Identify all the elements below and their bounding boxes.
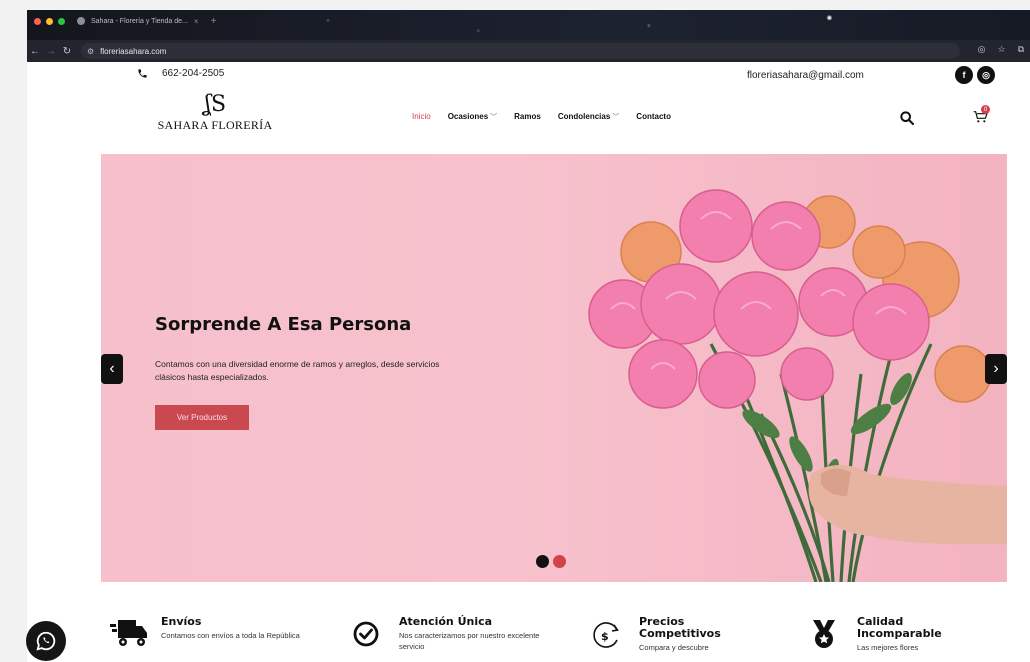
tab-title: Sahara - Florería y Tienda de... <box>91 17 188 25</box>
instagram-icon[interactable]: ◎ <box>977 66 995 84</box>
eye-off-icon[interactable]: ◎ <box>978 44 986 55</box>
chevron-down-icon: ﹀ <box>490 114 498 121</box>
menu-item-contacto[interactable]: Contacto <box>636 112 671 122</box>
close-window-button[interactable] <box>34 17 41 25</box>
logo-name: SAHARA FLORERÍA <box>157 118 273 132</box>
menu-item-ramos[interactable]: Ramos <box>514 112 541 122</box>
back-arrow-icon[interactable]: ← <box>27 46 43 57</box>
whatsapp-icon <box>36 631 56 651</box>
tab-close-icon[interactable]: × <box>194 17 199 26</box>
chevron-right-icon: › <box>993 360 999 377</box>
phone-contact[interactable]: 662-204-2505 <box>137 68 224 79</box>
feature-envios: Envíos Contamos con envíos a toda la Rep… <box>107 616 311 658</box>
feature-title: Calidad Incomparable <box>857 615 942 640</box>
site-header: ʆS SAHARA FLORERÍA Inicio Ocasiones ﹀ Ram… <box>27 90 1030 152</box>
top-contact-bar: 662-204-2505 floreriasahara@gmail.com f … <box>27 62 1030 90</box>
address-bar-row: ← → ↻ ⚙ floreriasahara.com ◎ ☆ ⧉ <box>27 40 1030 62</box>
slider-pagination <box>536 555 566 568</box>
maximize-window-button[interactable] <box>58 17 65 25</box>
check-circle-icon <box>345 616 387 658</box>
rose-bouquet-image <box>588 189 1007 582</box>
medal-icon <box>803 616 845 658</box>
feature-desc: Contamos con envíos a toda la República <box>161 631 300 640</box>
browser-window-chrome: Sahara - Florería y Tienda de... × + ← →… <box>27 10 1030 62</box>
extensions-icon[interactable]: ⧉ <box>1018 44 1024 55</box>
hero-slider: Sorprende A Esa Persona Contamos con una… <box>101 154 1007 582</box>
feature-desc: Compara y descubre <box>639 643 709 652</box>
browser-tab[interactable]: Sahara - Florería y Tienda de... × + <box>77 16 216 27</box>
forward-arrow-icon[interactable]: → <box>43 46 59 57</box>
window-controls <box>34 17 65 25</box>
slider-prev-button[interactable]: ‹ <box>101 354 123 384</box>
feature-desc: Nos caracterizamos por nuestro excelente… <box>399 631 540 651</box>
chevron-left-icon: ‹ <box>109 360 115 377</box>
chevron-down-icon: ﹀ <box>612 114 620 121</box>
feature-calidad: Calidad Incomparable Las mejores flores <box>803 616 1007 658</box>
price-dollar-icon: $ <box>585 616 627 658</box>
menu-item-inicio[interactable]: Inicio <box>412 112 431 122</box>
svg-text:$: $ <box>601 630 609 643</box>
menu-item-condolencias[interactable]: Condolencias ﹀ <box>558 112 619 122</box>
hero-title: Sorprende A Esa Persona <box>155 314 412 335</box>
feature-title: Envíos <box>161 615 202 628</box>
slide-dot-2[interactable] <box>553 555 566 568</box>
slider-next-button[interactable]: › <box>985 354 1007 384</box>
social-links: f ◎ <box>955 66 995 84</box>
feature-atencion: Atención Única Nos caracterizamos por nu… <box>345 616 549 658</box>
menu-item-ocasiones[interactable]: Ocasiones ﹀ <box>448 112 497 122</box>
reload-icon[interactable]: ↻ <box>59 46 75 57</box>
email-link[interactable]: floreriasahara@gmail.com <box>747 70 864 81</box>
feature-precios: $ Precios Competitivos Compara y descubr… <box>585 616 789 658</box>
feature-title: Atención Única <box>399 615 493 628</box>
whatsapp-chat-button[interactable] <box>26 621 66 661</box>
site-settings-icon[interactable]: ⚙ <box>87 47 94 56</box>
url-field[interactable]: ⚙ floreriasahara.com <box>81 43 960 59</box>
features-strip: Envíos Contamos con envíos a toda la Rep… <box>27 610 1030 662</box>
facebook-icon[interactable]: f <box>955 66 973 84</box>
logo-monogram: ʆS <box>203 92 227 117</box>
search-icon[interactable] <box>899 110 915 126</box>
web-page: 662-204-2505 floreriasahara@gmail.com f … <box>27 62 1030 662</box>
address-bar-actions: ◎ ☆ ⧉ <box>978 44 1024 55</box>
feature-desc: Las mejores flores <box>857 643 919 652</box>
url-text: floreriasahara.com <box>100 46 167 56</box>
phone-icon <box>138 69 147 78</box>
cart-count-badge: 0 <box>981 105 990 114</box>
hero-description: Contamos con una diversidad enorme de ra… <box>155 359 440 382</box>
feature-title: Precios Competitivos <box>639 615 721 640</box>
tab-bar: Sahara - Florería y Tienda de... × + <box>27 10 1030 32</box>
phone-number: 662-204-2505 <box>162 68 225 79</box>
new-tab-icon[interactable]: + <box>211 16 217 27</box>
minimize-window-button[interactable] <box>46 17 53 25</box>
bookmark-star-icon[interactable]: ☆ <box>997 44 1005 55</box>
view-products-button[interactable]: Ver Productos <box>155 405 249 430</box>
site-logo[interactable]: ʆS SAHARA FLORERÍA <box>151 94 279 133</box>
main-menu: Inicio Ocasiones ﹀ Ramos Condolencias ﹀ Co… <box>412 112 671 122</box>
slide-dot-1[interactable] <box>536 555 549 568</box>
globe-icon <box>77 17 85 25</box>
delivery-truck-icon <box>107 616 149 658</box>
